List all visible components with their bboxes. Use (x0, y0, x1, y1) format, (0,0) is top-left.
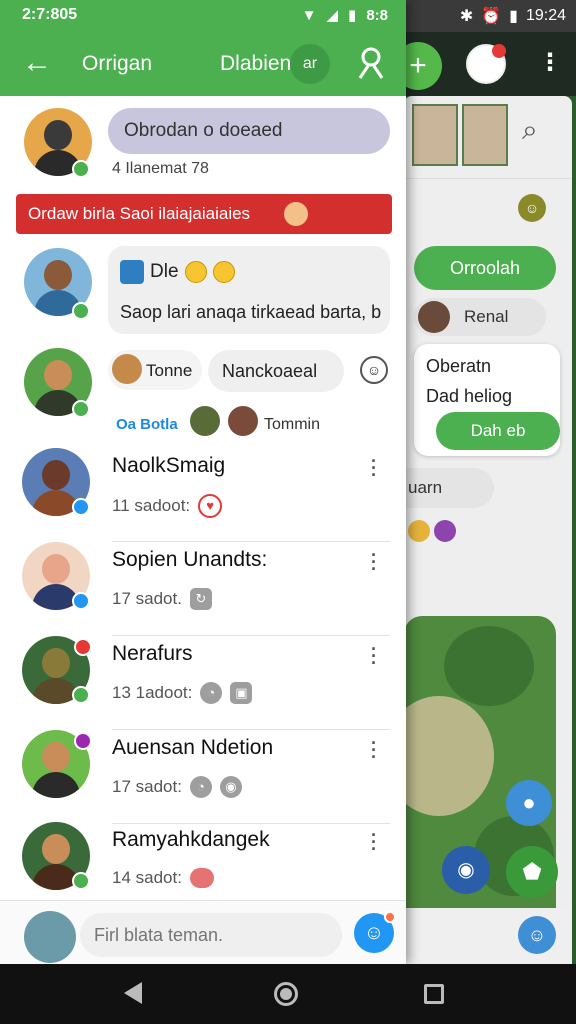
sticker-icon (120, 260, 144, 284)
chat-time: 11 sadoot: (112, 496, 191, 515)
thumbnail-image[interactable] (462, 104, 508, 166)
chat-name: Nerafurs (112, 642, 193, 665)
person-search-icon[interactable] (356, 46, 386, 80)
bg-bottom-bar: ☺ (404, 908, 572, 964)
emoji-badge-icon: ☺ (518, 194, 546, 222)
smiley-icon (184, 261, 207, 283)
list-item[interactable]: Nerafurs 13 1adoot: ◔ ▣ · · · (0, 636, 406, 730)
compose-bar: ☺ (0, 900, 406, 964)
message-bubble[interactable]: Dle Saop lari anaqa tirkaead barta, b (108, 246, 390, 334)
emoji-icon[interactable]: ☺ (518, 916, 556, 954)
message-meta: 4 Ilanemat 78 (112, 160, 209, 177)
message-input[interactable] (80, 913, 342, 957)
chat-name: Sopien Unandts: (112, 548, 268, 571)
member-name: Tommin (264, 416, 321, 433)
avatar (418, 301, 450, 333)
chat-name: Auensan Ndetion (112, 736, 274, 759)
bg-card-button[interactable]: Dah eb (436, 412, 560, 450)
more-options-icon[interactable]: · · · (368, 826, 380, 858)
thumbnail-image[interactable] (412, 104, 458, 166)
online-badge (72, 400, 90, 418)
hand-icon (189, 868, 214, 888)
notification-badge (74, 732, 92, 750)
more-options-icon[interactable]: · · · (368, 452, 380, 484)
chat-list-panel: 2:7:805 ▼ ◢ ▮ 8:8 ← Orrigan Dlabien ar O… (0, 0, 406, 964)
chat-time: 13 1adoot: (112, 683, 193, 702)
status-bar: 2:7:805 ▼ ◢ ▮ 8:8 (0, 0, 406, 32)
refresh-icon: ↻ (189, 588, 212, 610)
avatar[interactable] (228, 406, 258, 436)
avatar[interactable] (24, 911, 76, 963)
list-item[interactable]: Sopien Unandts: 17 sadot. ↻ · · · (0, 542, 406, 636)
more-options-icon[interactable]: · · · (368, 640, 380, 672)
nav-back-icon[interactable] (124, 982, 142, 1004)
navigation-bar (0, 964, 576, 1024)
emoji-icon (434, 520, 456, 542)
status-badge (72, 592, 90, 610)
message-bubble[interactable]: Obrodan o doeaed (108, 108, 390, 154)
more-options-icon[interactable]: · · · (368, 546, 380, 578)
bg-name-pill[interactable]: Renal (414, 298, 546, 336)
notification-badge (74, 638, 92, 656)
chat-time: 14 sadot: (112, 868, 182, 887)
online-badge (72, 302, 90, 320)
reaction-chip[interactable]: Tonne (108, 350, 202, 390)
list-item[interactable]: Auensan Ndetion 17 sadot: ◔ ◉ · · · (0, 730, 406, 824)
status-time: 2:7:805 (22, 6, 78, 23)
chat-name: Ramyahkdangek (112, 828, 270, 851)
app-bar: ← Orrigan Dlabien ar (0, 32, 406, 96)
profile-avatar[interactable] (466, 44, 506, 84)
location-icon: ◉ (219, 776, 242, 798)
alert-banner[interactable]: Ordaw birla Saoi ilaiajaiaiaies (16, 194, 392, 234)
status-value: 8:8 (366, 6, 388, 24)
chat-time: 17 sadot. (112, 589, 182, 608)
nav-home-icon[interactable] (274, 982, 298, 1006)
avatar (112, 354, 142, 384)
chat-bubble-icon[interactable]: ● (506, 780, 552, 826)
app-bar-pill[interactable]: ar (290, 44, 330, 84)
nav-recent-icon[interactable] (424, 984, 444, 1004)
bg-chat-panel: ⌕ ☺ Orroolah Renal Oberatn Dad heliog Da… (404, 96, 572, 956)
online-badge (72, 686, 90, 704)
search-icon[interactable]: ⌕ (522, 114, 538, 147)
app-title: Orrigan (82, 52, 153, 75)
back-arrow-icon[interactable]: ← (22, 46, 52, 80)
sub-label[interactable]: Oa Botla (116, 416, 178, 433)
emoji-button[interactable]: ☺ (354, 911, 396, 953)
image-icon: ▣ (230, 682, 253, 704)
game-controller-icon[interactable]: ◉ (442, 846, 490, 894)
people-icon: ◔ (200, 682, 223, 704)
bluetooth-icon: ✱ (459, 8, 474, 25)
online-badge (72, 872, 90, 890)
online-badge (72, 160, 90, 178)
chat-time: 17 sadot: (112, 777, 182, 796)
shield-icon[interactable]: ⬟ (506, 846, 558, 898)
status-badge (72, 498, 90, 516)
emoji-icon (284, 202, 308, 226)
smiley-icon (212, 261, 235, 283)
bg-message-card: Oberatn Dad heliog Dah eb (414, 344, 560, 456)
emoji-icon (408, 520, 430, 542)
avatar[interactable] (190, 406, 220, 436)
chat-name: NaolkSmaig (112, 454, 226, 477)
people-icon: ◔ (189, 776, 212, 798)
wifi-icon: ▼ (301, 6, 317, 24)
more-options-icon[interactable]: · · · (368, 734, 380, 766)
notification-dot (384, 911, 396, 923)
bg-time: 19:24 (525, 7, 566, 24)
more-menu-icon[interactable]: ⋮ (538, 48, 562, 77)
bg-chip: uarn (404, 468, 494, 508)
heart-icon: ♥ (198, 494, 223, 518)
battery-icon: ▮ (509, 8, 518, 25)
list-item[interactable]: NaolkSmaig 11 sadoot: ♥ · · · (0, 448, 406, 542)
alarm-icon: ⏰ (481, 8, 502, 25)
bg-green-pill[interactable]: Orroolah (414, 246, 556, 290)
notification-dot (492, 44, 506, 58)
app-subtitle: Dlabien (220, 52, 292, 75)
reply-chip[interactable]: Nanckoaeal (208, 350, 344, 392)
add-reaction-icon[interactable]: ☺ (360, 356, 388, 384)
battery-icon: ▮ (348, 7, 357, 24)
signal-icon: ◢ (326, 7, 339, 24)
